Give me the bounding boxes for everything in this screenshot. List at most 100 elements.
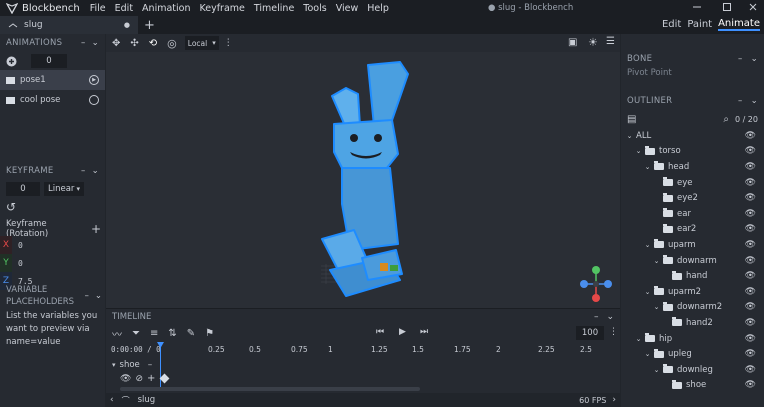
minimize-panel-icon[interactable]: – — [738, 96, 743, 106]
menu-keyframe[interactable]: Keyframe — [199, 3, 244, 14]
play-icon[interactable]: ▶ — [399, 327, 406, 337]
chevron-down-icon[interactable]: ⌄ — [652, 303, 661, 311]
more-options-icon[interactable]: ⋮ — [224, 38, 233, 48]
search-icon[interactable]: ⌕ — [723, 114, 729, 125]
animation-value-input[interactable]: 0 — [31, 54, 67, 68]
keyframe-time-input[interactable]: 0 — [6, 182, 40, 196]
eye-icon[interactable]: 👁 — [745, 302, 756, 312]
outliner-item[interactable]: ⌄ torso 👁 — [621, 144, 764, 160]
eye-icon[interactable]: 👁 — [745, 334, 756, 344]
eye-icon[interactable]: 👁 — [745, 224, 756, 234]
chevron-down-icon[interactable]: ⌄ — [634, 335, 643, 343]
eye-icon[interactable]: 👁 — [745, 162, 756, 172]
eye-icon[interactable]: 👁 — [745, 131, 756, 141]
variable-placeholders-text[interactable]: List the variables you want to preview v… — [6, 310, 102, 349]
eye-icon[interactable]: 👁 — [120, 374, 131, 384]
filter-icon[interactable]: ⏷ — [132, 328, 140, 339]
mode-edit[interactable]: Edit — [662, 19, 681, 30]
eye-icon[interactable]: 👁 — [745, 209, 756, 219]
menu-tools[interactable]: Tools — [303, 3, 326, 14]
chevron-down-icon[interactable]: ⌄ — [606, 312, 614, 322]
eye-icon[interactable]: 👁 — [745, 193, 756, 203]
eye-icon[interactable]: 👁 — [745, 240, 756, 250]
marker-flag-icon[interactable]: ⚑ — [205, 328, 214, 339]
outliner-item[interactable]: hand2 👁 — [621, 315, 764, 331]
chevron-right-icon[interactable]: › — [612, 395, 616, 405]
play-circle-icon[interactable]: ▶ — [89, 75, 99, 85]
skip-back-icon[interactable]: ⏮ — [376, 327, 384, 337]
chevron-down-icon[interactable]: ⌄ — [751, 54, 758, 64]
track-minimize-icon[interactable]: – — [148, 360, 153, 370]
minimize-panel-icon[interactable]: – — [594, 312, 599, 322]
menu-timeline[interactable]: Timeline — [254, 3, 294, 14]
eye-icon[interactable]: 👁 — [745, 349, 756, 359]
view-menu-icon[interactable]: ☰ — [606, 36, 615, 47]
more-options-icon[interactable]: ⋮ — [609, 327, 618, 337]
outliner-menu-icon[interactable]: ▤ — [627, 114, 636, 125]
outliner-item[interactable]: ⌄ uparm 👁 — [621, 237, 764, 253]
outliner-item[interactable]: ⌄ downleg 👁 — [621, 362, 764, 378]
eye-icon[interactable]: 👁 — [745, 178, 756, 188]
animation-item[interactable]: pose1 ▶ — [0, 70, 105, 90]
3d-viewport[interactable] — [106, 34, 620, 308]
menu-help[interactable]: Help — [367, 3, 389, 14]
animation-item[interactable]: cool pose — [0, 90, 105, 110]
outliner-item[interactable]: shoe 👁 — [621, 378, 764, 394]
timeline-track-header[interactable]: ▾ shoe – — [106, 358, 620, 371]
eye-icon[interactable]: 👁 — [745, 287, 756, 297]
chevron-down-icon[interactable]: ⌄ — [643, 241, 652, 249]
mode-animate[interactable]: Animate — [718, 18, 760, 31]
chevron-down-icon[interactable]: ⌄ — [634, 147, 643, 155]
timeline-scrollbar[interactable] — [120, 387, 420, 391]
eye-icon[interactable]: 👁 — [745, 271, 756, 281]
chevron-down-icon[interactable]: ⌄ — [652, 366, 661, 374]
minimize-panel-icon[interactable]: – — [81, 166, 86, 176]
chevron-down-icon[interactable]: ⌄ — [643, 288, 652, 296]
lock-icon[interactable]: ⊘ — [135, 374, 143, 384]
menu-edit[interactable]: Edit — [115, 3, 133, 14]
outliner-item[interactable]: hand 👁 — [621, 268, 764, 284]
rotate-tool-icon[interactable]: ⟲ — [149, 38, 157, 49]
pivot-tool-icon[interactable]: ◎ — [167, 37, 177, 50]
brightness-icon[interactable]: ☀ — [588, 36, 598, 49]
tab-slug[interactable]: slug ● — [0, 16, 138, 34]
axis-y-value[interactable]: 0 — [18, 259, 23, 268]
circle-icon[interactable] — [89, 95, 99, 105]
chevron-down-icon[interactable]: ⌄ — [92, 166, 99, 176]
collapse-arrow-icon[interactable]: ▾ — [112, 361, 116, 369]
graph-editor-icon[interactable]: 〰 — [112, 326, 122, 341]
tab-modified-indicator[interactable]: ● — [124, 21, 130, 29]
outliner-item[interactable]: eye 👁 — [621, 175, 764, 191]
sort-icon[interactable]: ⇅ — [168, 328, 176, 339]
keyframe-diamond-icon[interactable] — [159, 373, 170, 384]
outliner-item[interactable]: ⌄ head 👁 — [621, 159, 764, 175]
translate-tool-icon[interactable]: ✣ — [130, 38, 138, 49]
eye-icon[interactable]: 👁 — [745, 256, 756, 266]
new-tab-button[interactable]: + — [144, 18, 155, 33]
add-animation-button[interactable] — [6, 56, 17, 67]
pencil-icon[interactable]: ✎ — [187, 328, 195, 339]
axis-gizmo[interactable] — [576, 264, 616, 304]
chevron-down-icon[interactable]: ⌄ — [625, 132, 634, 140]
close-icon[interactable] — [748, 2, 758, 12]
eye-icon[interactable]: 👁 — [745, 318, 756, 328]
maximize-icon[interactable] — [722, 2, 732, 12]
chevron-down-icon[interactable]: ⌄ — [95, 290, 102, 302]
reset-icon[interactable]: ↺ — [6, 200, 16, 214]
add-keyframe-icon[interactable]: + — [147, 373, 155, 384]
skip-forward-icon[interactable]: ⏭ — [420, 327, 428, 337]
move-tool-icon[interactable]: ✥ — [112, 38, 120, 49]
minimize-icon[interactable] — [692, 2, 702, 12]
timeline-ruler[interactable]: 0:00:00 / 0 0.25 0.5 0.75 1 1.25 1.5 1.75 2 2.25… — [106, 343, 620, 357]
eye-icon[interactable]: 👁 — [745, 146, 756, 156]
axis-x-value[interactable]: 0 — [18, 241, 23, 250]
outliner-item[interactable]: ear2 👁 — [621, 222, 764, 238]
chevron-down-icon[interactable]: ⌄ — [643, 163, 652, 171]
menu-animation[interactable]: Animation — [142, 3, 190, 14]
mode-paint[interactable]: Paint — [687, 19, 712, 30]
chevron-down-icon[interactable]: ⌄ — [92, 38, 99, 48]
outliner-item[interactable]: ear 👁 — [621, 206, 764, 222]
transform-space-select[interactable]: Local ▾ — [184, 36, 219, 50]
eye-icon[interactable]: 👁 — [745, 365, 756, 375]
chevron-left-icon[interactable]: ‹ — [110, 395, 114, 405]
